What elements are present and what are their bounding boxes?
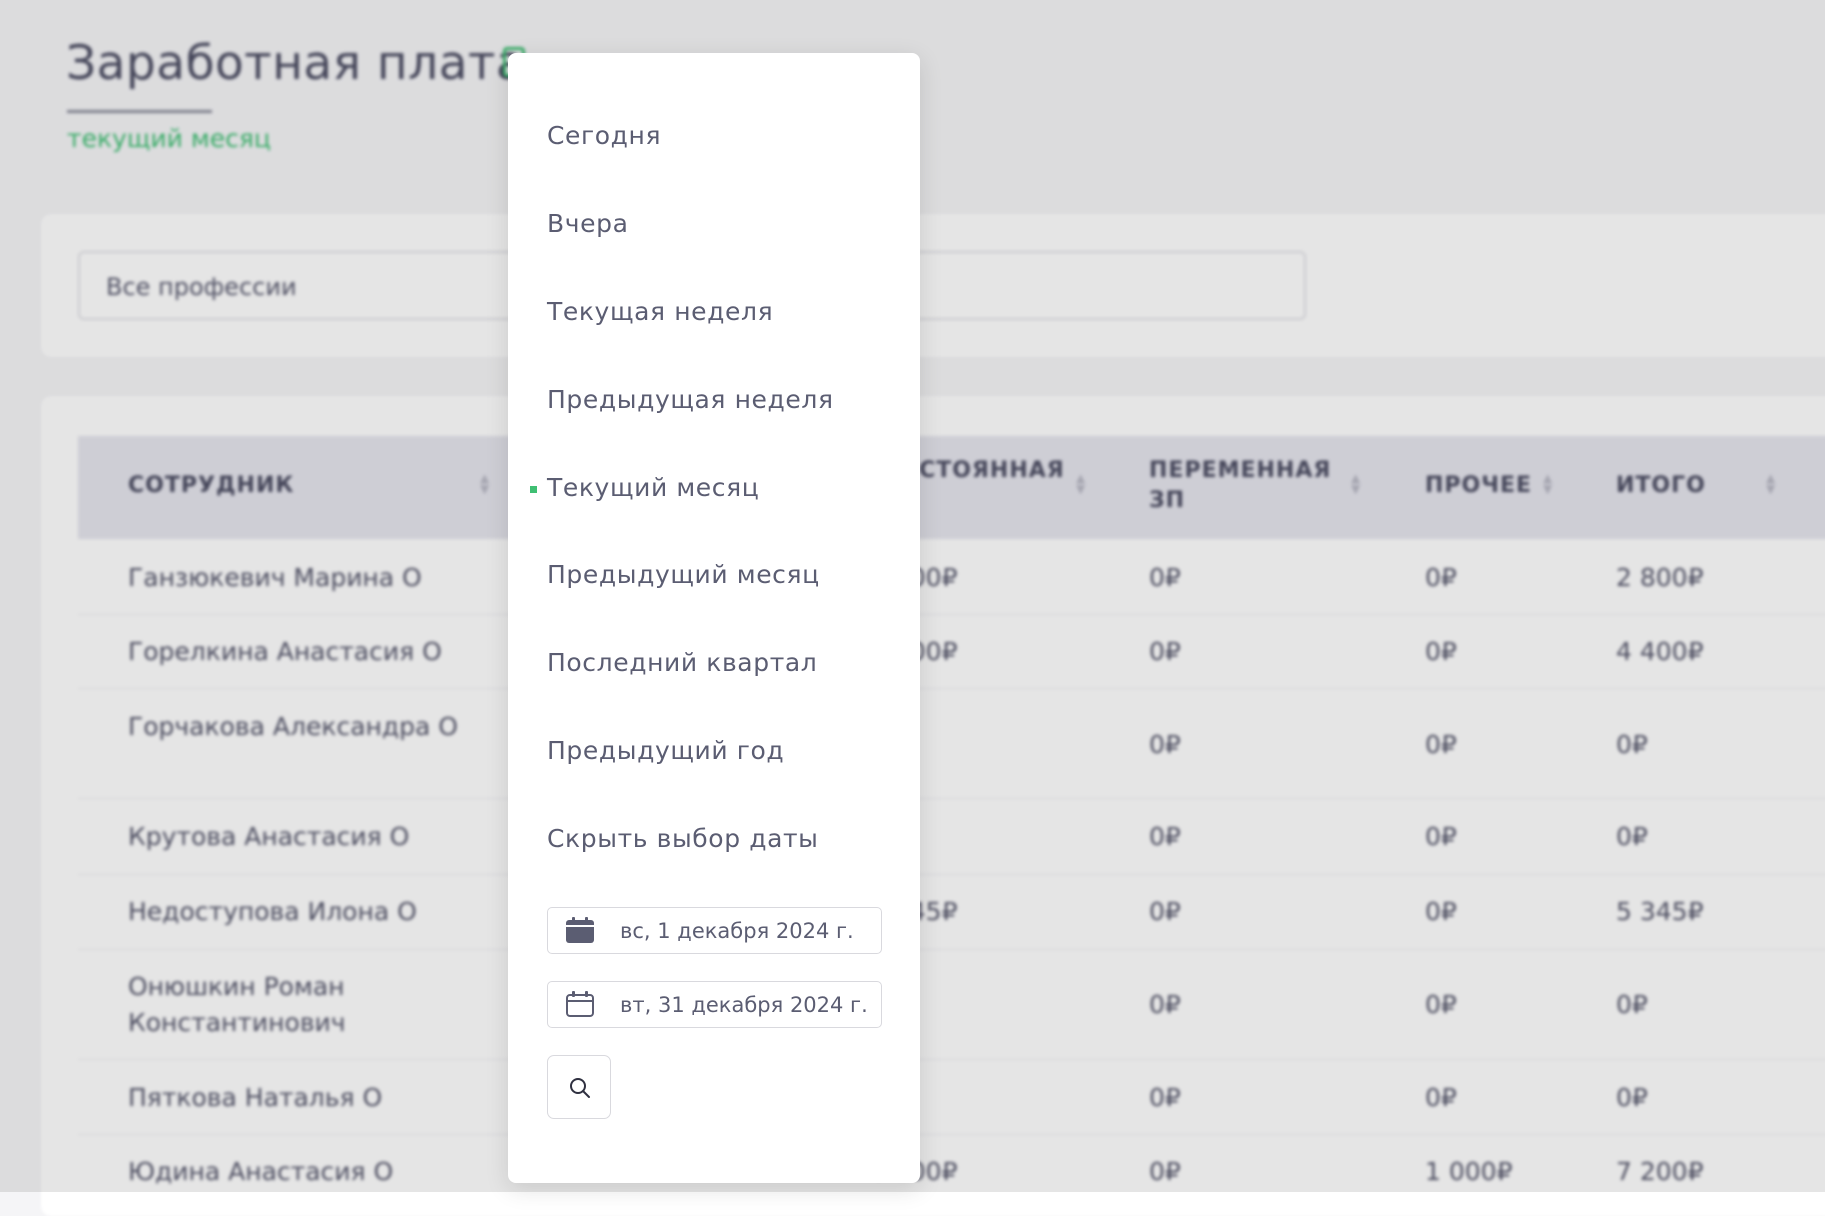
calendar-outline-icon <box>566 991 594 1017</box>
date-from-field[interactable]: вс, 1 декабря 2024 г. <box>547 907 882 954</box>
menu-item-hide-date-picker[interactable]: Скрыть выбор даты <box>547 824 819 853</box>
menu-item-current-week[interactable]: Текущая неделя <box>547 297 773 326</box>
menu-item-last-quarter[interactable]: Последний квартал <box>547 648 817 677</box>
calendar-filled-icon <box>566 917 594 943</box>
menu-item-previous-week[interactable]: Предыдущая неделя <box>547 385 834 414</box>
date-range-dropdown: Сегодня Вчера Текущая неделя Предыдущая … <box>508 53 920 1183</box>
date-to-value: вт, 31 декабря 2024 г. <box>620 993 868 1017</box>
menu-item-yesterday[interactable]: Вчера <box>547 209 629 238</box>
search-button[interactable] <box>547 1055 611 1119</box>
menu-item-previous-year[interactable]: Предыдущий год <box>547 736 784 765</box>
menu-item-previous-month[interactable]: Предыдущий месяц <box>547 560 820 589</box>
menu-item-current-month[interactable]: Текущий месяц <box>529 473 759 502</box>
date-from-value: вс, 1 декабря 2024 г. <box>620 919 854 943</box>
search-icon <box>570 1078 590 1098</box>
date-to-field[interactable]: вт, 31 декабря 2024 г. <box>547 981 882 1028</box>
menu-item-today[interactable]: Сегодня <box>547 121 661 150</box>
